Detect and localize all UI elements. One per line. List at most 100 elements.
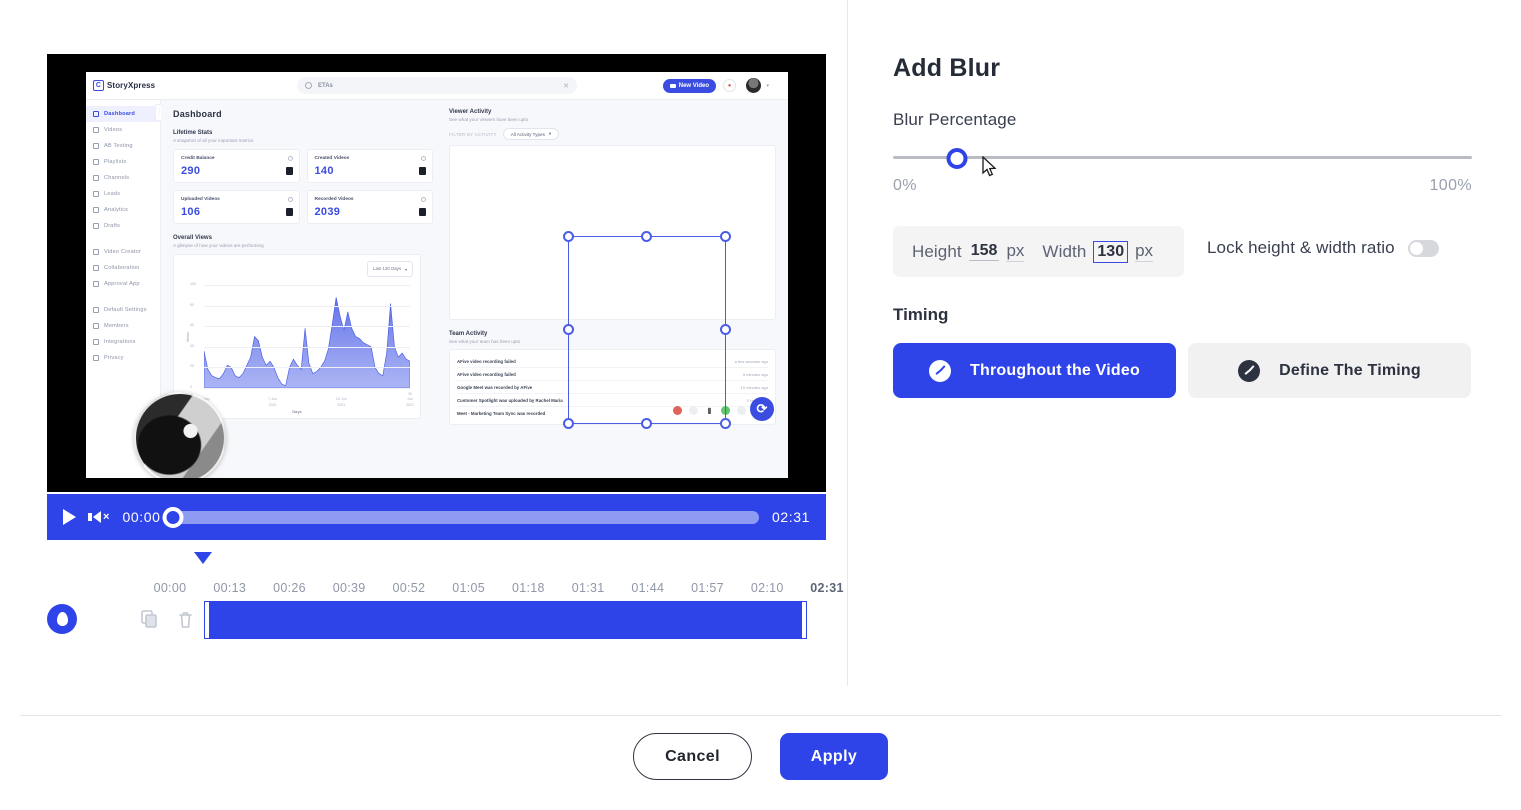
lock-ratio-toggle[interactable] bbox=[1407, 239, 1439, 257]
timing-throughout-video-button[interactable]: Throughout the Video bbox=[893, 343, 1176, 398]
timeline-tick-label: 00:52 bbox=[392, 581, 426, 595]
privacy-icon bbox=[93, 355, 99, 361]
resize-handle-top-right[interactable] bbox=[720, 231, 731, 242]
preview-sidebar-label: Channels bbox=[104, 175, 130, 181]
preview-sidebar-label: Default Settings bbox=[104, 307, 147, 313]
preview-sidebar-item-privacy: Privacy bbox=[86, 350, 160, 366]
width-label: Width bbox=[1042, 241, 1087, 261]
preview-sidebar-item-playlists: Playlists bbox=[86, 154, 160, 170]
chevron-down-icon: ▾ bbox=[766, 83, 769, 89]
recorded-icon bbox=[419, 208, 426, 216]
preview-avatar bbox=[746, 78, 761, 93]
resize-handle-bottom-center[interactable] bbox=[641, 418, 652, 429]
duplicate-icon[interactable] bbox=[141, 610, 158, 629]
chevron-down-icon: ▾ bbox=[548, 131, 552, 136]
clock-hand bbox=[935, 369, 941, 375]
timeline-playhead[interactable] bbox=[194, 552, 212, 564]
dialog-footer: Cancel Apply bbox=[0, 733, 1521, 780]
activity-text: Customer Spotlight was uploaded by Rache… bbox=[457, 397, 563, 403]
cancel-button[interactable]: Cancel bbox=[633, 733, 752, 780]
activity-text: Meet - Marketing Team Sync was recorded bbox=[457, 410, 546, 416]
preview-sidebar-label: Playlists bbox=[104, 159, 127, 165]
activity-text: Google Meet was recorded by AFive bbox=[457, 384, 533, 390]
viewer-activity-filter: FILTER BY ACTIVITY All Activity Types ▾ bbox=[449, 128, 776, 140]
stat-card: Recorded Videos 2039 bbox=[306, 190, 433, 224]
progress-bar[interactable] bbox=[162, 506, 759, 528]
viewer-activity-subtitle: See what your viewers have been upto bbox=[449, 117, 529, 122]
resize-handle-top-left[interactable] bbox=[563, 231, 574, 242]
timeline-clip[interactable] bbox=[205, 602, 806, 638]
resize-handle-middle-right[interactable] bbox=[720, 324, 731, 335]
analytics-icon bbox=[93, 207, 99, 213]
blur-drop-icon[interactable] bbox=[47, 604, 77, 634]
sidebar-divider bbox=[86, 234, 160, 244]
preview-notification-icon: ● bbox=[723, 79, 736, 92]
apply-button[interactable]: Apply bbox=[780, 733, 888, 780]
slider-handle[interactable] bbox=[946, 148, 968, 169]
mouse-cursor-icon bbox=[982, 156, 997, 177]
search-icon bbox=[305, 82, 312, 89]
dimension-controls: Height 158 px Width 130 px bbox=[893, 226, 1184, 277]
timeline-tick-label: 01:31 bbox=[571, 581, 605, 595]
chart-gridline bbox=[204, 326, 410, 328]
integrations-icon bbox=[93, 339, 99, 345]
progress-track[interactable] bbox=[173, 510, 759, 524]
blur-percentage-slider[interactable] bbox=[893, 148, 1472, 169]
collaboration-icon bbox=[93, 265, 99, 271]
credit-icon bbox=[285, 167, 293, 175]
preview-sidebar-item-analytics: Analytics bbox=[86, 202, 160, 218]
play-icon[interactable] bbox=[63, 509, 76, 525]
clock-hand bbox=[1248, 364, 1255, 372]
timing-option-label: Define The Timing bbox=[1279, 361, 1421, 379]
timing-define-timing-button[interactable]: Define The Timing bbox=[1188, 343, 1471, 398]
preview-sidebar-label: Collaboration bbox=[104, 265, 140, 271]
members-icon bbox=[93, 323, 99, 329]
preview-sidebar-item-dashboard: Dashboard bbox=[86, 106, 160, 122]
slider-track[interactable] bbox=[893, 156, 1472, 159]
activity-time: a few seconds ago bbox=[734, 358, 768, 364]
resize-handle-middle-left[interactable] bbox=[563, 324, 574, 335]
stat-label: Credit Balance bbox=[181, 156, 215, 161]
sidebar-divider bbox=[86, 292, 160, 302]
timeline-tick-label: 00:00 bbox=[153, 581, 187, 595]
timeline-ruler: 00:00 00:13 00:26 00:39 00:52 01:05 01:18 01:31… bbox=[154, 581, 843, 608]
settings-icon bbox=[93, 307, 99, 313]
lock-ratio-row[interactable]: Lock height & width ratio bbox=[1207, 238, 1439, 258]
dashboard-icon bbox=[93, 111, 99, 117]
stat-card: Credit Balance 290 bbox=[173, 149, 300, 183]
preview-sidebar-item-default-settings: Default Settings bbox=[86, 302, 160, 318]
preview-sidebar-label: Video Creator bbox=[104, 249, 142, 255]
activity-time: 10 minutes ago bbox=[740, 384, 768, 390]
height-input[interactable]: 158 bbox=[968, 242, 1000, 261]
resize-handle-top-center[interactable] bbox=[641, 231, 652, 242]
total-time-label: 02:31 bbox=[771, 509, 810, 525]
brand-mark-icon: C bbox=[93, 80, 104, 91]
timeline-tick-label: 01:57 bbox=[691, 581, 724, 595]
progress-handle[interactable] bbox=[162, 506, 184, 528]
blur-selection-box[interactable] bbox=[563, 231, 731, 429]
camera-icon bbox=[669, 84, 676, 88]
chart-area-svg bbox=[203, 297, 411, 389]
resize-handle-bottom-left[interactable] bbox=[563, 418, 574, 429]
chart-y-label: Views bbox=[186, 331, 190, 342]
height-label: Height bbox=[912, 241, 962, 261]
filter-select: All Activity Types ▾ bbox=[502, 128, 560, 140]
slider-min-label: 0% bbox=[893, 177, 917, 194]
activity-text: AFive video recording failed bbox=[457, 371, 516, 377]
footer-divider bbox=[20, 715, 1501, 716]
resize-handle-bottom-right[interactable] bbox=[720, 418, 731, 429]
lock-ratio-label: Lock height & width ratio bbox=[1207, 238, 1395, 257]
preview-sidebar-label: Leads bbox=[104, 191, 121, 197]
preview-brand-logo: C StoryXpress bbox=[93, 80, 155, 91]
volume-muted-icon[interactable]: × bbox=[88, 511, 109, 523]
video-preview-stage[interactable]: C StoryXpress ETAs ✕ New Video ● ▾ ⋮ Das… bbox=[47, 54, 826, 492]
chart-range-select: Last 120 Days ▾ bbox=[367, 261, 413, 277]
timeline-tick-label: 01:05 bbox=[452, 581, 486, 595]
speaker-body bbox=[88, 513, 92, 521]
preview-sidebar-item-videos: Videos bbox=[86, 122, 160, 138]
height-unit: px bbox=[1006, 241, 1025, 262]
stat-card: Created Videos 140 bbox=[306, 149, 433, 183]
delete-icon[interactable] bbox=[177, 610, 194, 629]
width-input[interactable]: 130 bbox=[1093, 240, 1129, 263]
activity-text: AFive video recording failed bbox=[457, 358, 516, 364]
